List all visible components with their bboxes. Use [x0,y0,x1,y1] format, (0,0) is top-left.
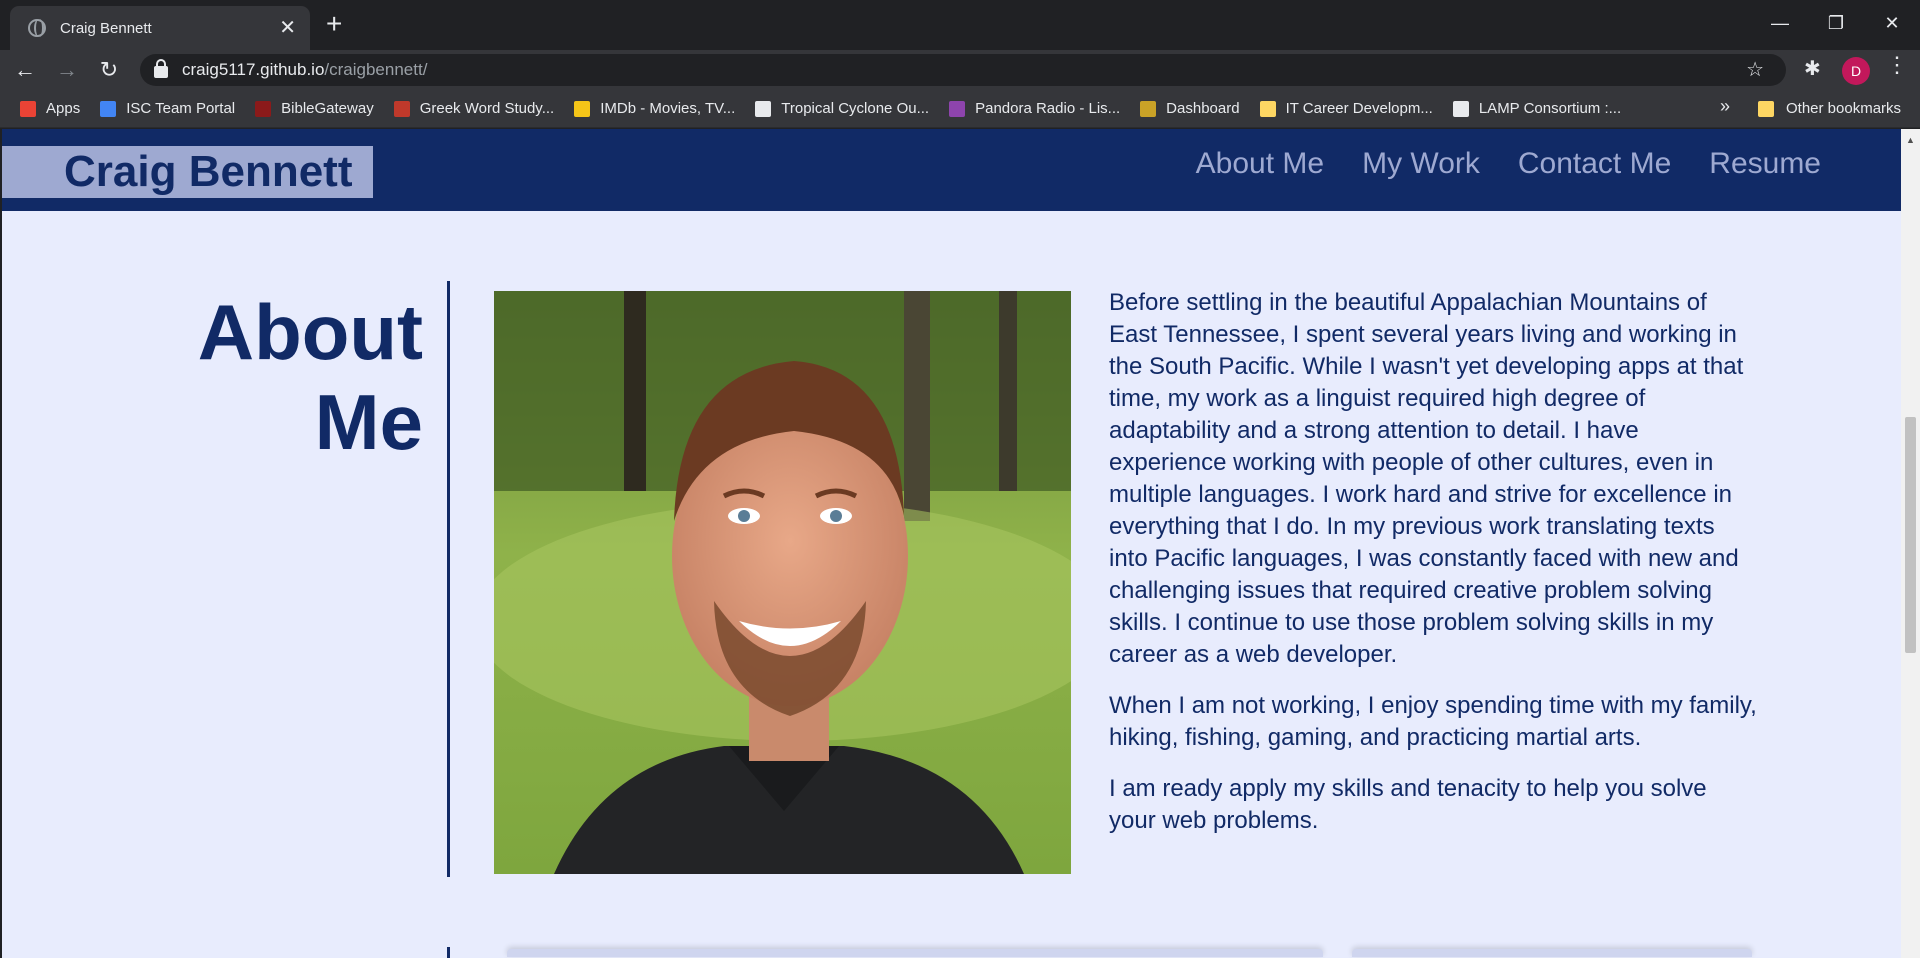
bio-paragraph: Before settling in the beautiful Appalac… [1109,289,1744,668]
minimize-button[interactable]: — [1752,0,1808,46]
bookmark-label: IT Career Developm... [1285,100,1433,117]
work-card [507,949,1323,957]
back-button[interactable]: ← [8,53,42,87]
bookmark-label: Greek Word Study... [419,100,555,117]
bookmark-item[interactable]: Greek Word Study... [393,100,555,117]
window-controls: — ❐ ✕ [1752,0,1920,46]
nav-my-work[interactable]: My Work [1362,147,1480,181]
globe-icon [755,100,772,117]
bookmark-label: Pandora Radio - Lis... [975,100,1121,117]
other-bookmarks-label: Other bookmarks [1786,100,1902,117]
close-window-button[interactable]: ✕ [1864,0,1920,46]
section-title: About Me [163,287,423,467]
bookmark-label: Apps [46,100,81,117]
globe-icon [28,19,46,37]
tab-strip: Craig Bennett ✕ + — ❐ ✕ [0,0,1920,50]
browser-toolbar: ← → ↻ craig5117.github.io/craigbennett/ … [0,50,1920,90]
bookmark-item[interactable]: IT Career Developm... [1259,100,1433,117]
page-scrollbar[interactable]: ▲ [1901,129,1920,958]
profile-avatar[interactable]: D [1842,57,1870,85]
next-section-divider [447,947,450,958]
section-divider [447,281,450,877]
bookmark-label: Tropical Cyclone Ou... [781,100,930,117]
lock-icon[interactable] [154,59,168,78]
tab-title: Craig Bennett [60,19,152,37]
more-bookmarks-chevron[interactable]: » [1720,96,1730,117]
bio-paragraph: I am ready apply my skills and tenacity … [1109,775,1707,834]
lamp-icon [1452,100,1469,117]
browser-menu-icon[interactable]: ⋮ [1886,54,1908,76]
biblegateway-icon [255,100,272,117]
bookmark-label: BibleGateway [281,100,374,117]
section-title-line2: Me [314,378,423,466]
reload-button[interactable]: ↻ [92,53,126,87]
folder-icon [1758,100,1774,117]
other-bookmarks[interactable]: Other bookmarks [1758,100,1901,117]
nav-contact-me[interactable]: Contact Me [1518,147,1671,181]
new-tab-button[interactable]: + [326,8,342,40]
scroll-up-arrow[interactable]: ▲ [1906,135,1915,145]
scrollbar-thumb[interactable] [1905,417,1916,653]
bookmark-label: IMDb - Movies, TV... [600,100,736,117]
site-header: Craig Bennett About Me My Work Contact M… [2,129,1901,211]
close-tab-icon[interactable]: ✕ [279,18,296,38]
address-bar[interactable]: craig5117.github.io/craigbennett/ ☆ [140,54,1786,86]
section-title-line1: About [197,288,423,376]
bookmark-item[interactable]: Pandora Radio - Lis... [949,100,1120,117]
nav-about-me[interactable]: About Me [1196,147,1324,181]
url-host: craig5117.github.io [182,60,325,79]
portal-icon [100,100,117,117]
bookmark-star-icon[interactable]: ☆ [1746,57,1764,82]
work-card [1352,949,1752,957]
apps-grid-icon [20,100,36,117]
pandora-icon [949,100,966,117]
bookmark-label: Dashboard [1166,100,1240,117]
forward-button[interactable]: → [50,53,84,87]
profile-photo [494,291,1071,874]
bookmark-item[interactable]: BibleGateway [255,100,374,117]
browser-tab[interactable]: Craig Bennett ✕ [10,6,310,50]
bookmark-label: ISC Team Portal [126,100,236,117]
greek-study-icon [393,100,410,117]
imdb-icon [574,100,591,117]
restore-button[interactable]: ❐ [1808,0,1864,46]
bookmark-item[interactable]: IMDb - Movies, TV... [574,100,735,117]
bio-paragraph: When I am not working, I enjoy spending … [1109,692,1757,751]
page-viewport: Craig Bennett About Me My Work Contact M… [2,129,1901,958]
bio-text: Before settling in the beautiful Appalac… [1109,287,1757,856]
site-nav: About Me My Work Contact Me Resume [1196,147,1821,181]
bookmarks-bar: Apps ISC Team Portal BibleGateway Greek Wor… [0,90,1920,128]
extensions-puzzle-icon[interactable]: ✱ [1804,56,1821,81]
bookmark-item[interactable]: Tropical Cyclone Ou... [755,100,929,117]
bookmark-item[interactable]: Apps [20,100,80,117]
bookmark-label: LAMP Consortium :... [1478,100,1622,117]
bookmark-item[interactable]: Dashboard [1140,100,1240,117]
nav-resume[interactable]: Resume [1709,147,1821,181]
url-path: /craigbennett/ [324,60,428,79]
bookmark-item[interactable]: LAMP Consortium :... [1452,100,1622,117]
folder-doc-icon [1259,100,1276,117]
bookmark-item[interactable]: ISC Team Portal [100,100,235,117]
vanderbilt-icon [1140,100,1157,117]
site-logo[interactable]: Craig Bennett [2,146,373,198]
